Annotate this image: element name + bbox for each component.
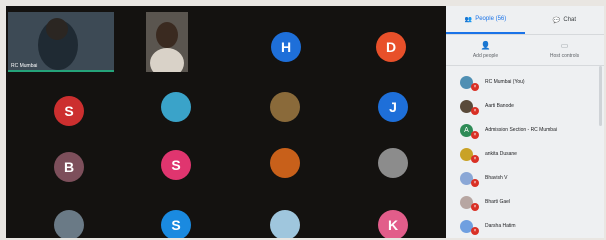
muted-mic-icon: ×	[471, 130, 479, 139]
pinned-video-tile[interactable]: RC Mumbai	[8, 12, 114, 72]
avatar-initial: S	[64, 103, 74, 119]
tab-chat-label: Chat	[563, 17, 577, 23]
video-label: RC Mumbai	[11, 63, 38, 69]
muted-mic-icon: ×	[471, 106, 479, 115]
participant-avatar: ×	[460, 75, 479, 91]
panel-tabs: 👥 People (56) 💬 Chat	[446, 6, 604, 35]
panel-actions: 👤 Add people ▭ Host controls	[446, 35, 604, 66]
participant-grid: RC Mumbai H D S J B S S K	[6, 6, 446, 238]
tab-people[interactable]: 👥 People (56)	[446, 6, 525, 34]
muted-mic-icon: ×	[471, 202, 479, 211]
participant-photo-tile[interactable]	[270, 210, 300, 238]
participant-row[interactable]: × Darsha Hatim	[446, 214, 604, 238]
host-controls-label: Host controls	[549, 53, 580, 59]
participant-list-scrollbar[interactable]	[599, 66, 602, 126]
add-people-label: Add people	[472, 53, 499, 59]
participant-photo-tile[interactable]	[54, 210, 84, 238]
participant-avatar: ×	[460, 219, 479, 235]
avatar-initial: S	[171, 217, 181, 233]
participant-name: RC Mumbai (You)	[485, 79, 525, 85]
participant-avatar-tile[interactable]: S	[161, 150, 191, 180]
host-controls-button[interactable]: ▭ Host controls	[525, 35, 604, 65]
participant-name: Bharti Gael	[485, 199, 511, 205]
participant-head	[156, 22, 178, 48]
muted-mic-icon: ×	[471, 154, 479, 163]
participant-avatar: ×	[460, 99, 479, 115]
participant-name: Aarti Banode	[485, 103, 514, 109]
avatar-initial: B	[63, 159, 75, 175]
participant-list: × RC Mumbai (You) × Aarti Banode A × Admission…	[446, 66, 604, 238]
add-person-icon: 👤	[480, 41, 491, 50]
people-icon: 👥	[464, 16, 473, 23]
participant-avatar-tile[interactable]: J	[378, 92, 408, 122]
avatar-initial: D	[385, 39, 397, 55]
self-video-tile[interactable]	[146, 12, 188, 72]
participant-photo-tile[interactable]	[378, 148, 408, 178]
participant-name: ankita Dusane	[485, 151, 517, 157]
add-people-button[interactable]: 👤 Add people	[446, 35, 525, 65]
participant-photo-tile[interactable]	[161, 92, 191, 122]
participant-avatar: ×	[460, 195, 479, 211]
participant-row[interactable]: × ankita Dusane	[446, 142, 604, 166]
tab-people-label: People (56)	[475, 16, 507, 22]
participant-name: Admission Section - RC Mumbai	[485, 127, 557, 133]
participant-avatar-tile[interactable]: D	[376, 32, 406, 62]
avatar-initial: S	[171, 157, 181, 173]
participant-avatar: A ×	[460, 123, 479, 139]
chat-icon: 💬	[552, 17, 561, 24]
participant-name: Bhavish V	[485, 175, 508, 181]
people-panel: 👥 People (56) 💬 Chat 👤 Add people ▭ Host…	[446, 6, 604, 238]
participant-avatar-tile[interactable]: H	[271, 32, 301, 62]
participant-avatar-tile[interactable]: B	[54, 152, 84, 182]
participant-photo-tile[interactable]	[270, 92, 300, 122]
participant-row[interactable]: A × Admission Section - RC Mumbai	[446, 118, 604, 142]
participant-avatar-tile[interactable]: S	[54, 96, 84, 126]
participant-head	[46, 18, 68, 40]
participant-avatar-tile[interactable]: K	[378, 210, 408, 238]
host-controls-icon: ▭	[560, 41, 569, 50]
participant-avatar: ×	[460, 147, 479, 163]
participant-avatar: ×	[460, 171, 479, 187]
tab-chat[interactable]: 💬 Chat	[525, 6, 604, 34]
active-speaker-bar	[8, 70, 114, 72]
participant-name: Darsha Hatim	[485, 223, 516, 229]
participant-row[interactable]: × Bharti Gael	[446, 190, 604, 214]
avatar-initial: K	[387, 217, 399, 233]
avatar-initial: H	[280, 39, 292, 55]
avatar-initial: J	[389, 99, 397, 115]
participant-avatar-tile[interactable]: S	[161, 210, 191, 238]
muted-mic-icon: ×	[471, 82, 479, 91]
participant-row[interactable]: × RC Mumbai (You)	[446, 70, 604, 94]
muted-mic-icon: ×	[471, 178, 479, 187]
participant-shoulders	[150, 48, 184, 72]
meeting-screen: RC Mumbai H D S J B S S K 👥 People (56) 💬 Chat …	[6, 6, 604, 238]
participant-photo-tile[interactable]	[270, 148, 300, 178]
participant-row[interactable]: × Bhavish V	[446, 166, 604, 190]
participant-initial: A	[464, 126, 469, 134]
muted-mic-icon: ×	[471, 226, 479, 235]
participant-row[interactable]: × Aarti Banode	[446, 94, 604, 118]
